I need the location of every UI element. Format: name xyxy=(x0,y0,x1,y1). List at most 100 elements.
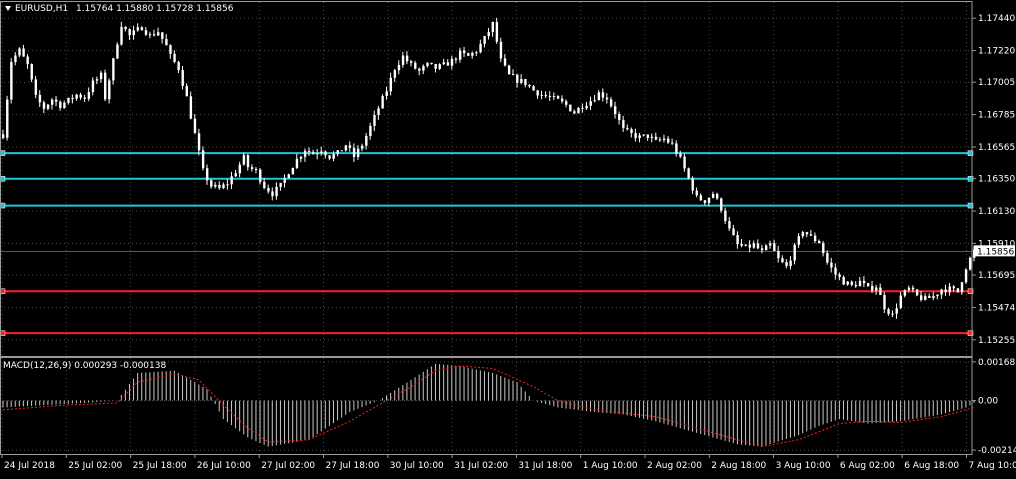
candle-body xyxy=(39,95,41,102)
candle-body xyxy=(394,70,396,78)
candle-body xyxy=(585,106,587,108)
price-tick-label: 1.17220 xyxy=(978,47,1015,57)
candle-body xyxy=(55,100,57,102)
candle-body xyxy=(361,146,363,149)
candle-body xyxy=(226,184,228,185)
candle-body xyxy=(182,70,184,86)
candle-body xyxy=(561,99,563,102)
candle-body xyxy=(581,108,583,109)
candle-body xyxy=(769,243,771,245)
candle-body xyxy=(447,62,449,65)
candle-body xyxy=(594,100,596,101)
candle-body xyxy=(618,114,620,120)
candle-body xyxy=(26,57,28,65)
candle-body xyxy=(883,295,885,309)
price-tick-label: 1.15695 xyxy=(978,271,1015,281)
candle-body xyxy=(341,150,343,151)
candle-body xyxy=(177,62,179,70)
time-tick-label: 27 Jul 02:00 xyxy=(261,461,315,471)
candle-body xyxy=(949,286,951,292)
candle-body xyxy=(410,61,412,63)
candle-body xyxy=(932,296,934,298)
candle-body xyxy=(728,221,730,228)
candle-body xyxy=(622,120,624,128)
candle-body xyxy=(810,234,812,235)
candle-body xyxy=(169,45,171,54)
candle-body xyxy=(255,169,257,170)
candle-body xyxy=(459,51,461,60)
candle-body xyxy=(736,235,738,244)
candle-body xyxy=(606,98,608,100)
candle-body xyxy=(891,314,893,315)
candle-body xyxy=(357,149,359,157)
candle-body xyxy=(643,135,645,136)
candle-body xyxy=(467,53,469,56)
candle-body xyxy=(912,288,914,290)
candle-body xyxy=(504,58,506,65)
candle-body xyxy=(904,290,906,295)
candle-body xyxy=(557,96,559,99)
candle-body xyxy=(834,268,836,275)
candle-body xyxy=(838,275,840,277)
candle-body xyxy=(879,288,881,295)
candle-body xyxy=(71,98,73,99)
candle-body xyxy=(263,182,265,188)
candle-body xyxy=(316,153,318,154)
candle-body xyxy=(590,101,592,106)
candle-body xyxy=(222,185,224,189)
candle-body xyxy=(337,150,339,154)
candle-body xyxy=(18,48,20,55)
candle-body xyxy=(708,198,710,203)
candle-body xyxy=(202,150,204,168)
time-tick-label: 25 Jul 02:00 xyxy=(68,461,122,471)
candle-body xyxy=(430,63,432,64)
candle-body xyxy=(936,295,938,296)
candle-body xyxy=(675,143,677,153)
ohlc-label: 1.15764 1.15880 1.15728 1.15856 xyxy=(76,4,234,14)
candle-body xyxy=(928,296,930,298)
candle-body xyxy=(128,29,130,35)
candle-body xyxy=(700,195,702,200)
candle-body xyxy=(781,258,783,262)
candle-body xyxy=(402,56,404,65)
candle-body xyxy=(108,80,110,99)
candle-body xyxy=(541,95,543,96)
candle-body xyxy=(920,295,922,300)
candle-body xyxy=(855,285,857,286)
candle-body xyxy=(390,78,392,92)
candle-body xyxy=(814,236,816,241)
candle-body xyxy=(165,39,167,45)
candle-body xyxy=(173,54,175,62)
candle-body xyxy=(798,236,800,245)
price-tick-label: 1.16130 xyxy=(978,207,1015,217)
candle-body xyxy=(43,102,45,109)
candle-body xyxy=(284,178,286,183)
candle-body xyxy=(732,228,734,235)
candle-body xyxy=(524,79,526,85)
time-tick-label: 6 Aug 18:00 xyxy=(904,461,959,471)
candle-body xyxy=(777,251,779,258)
candle-body xyxy=(88,92,90,99)
candle-body xyxy=(365,136,367,146)
candle-body xyxy=(745,245,747,246)
candle-body xyxy=(328,155,330,158)
trading-chart-window[interactable]: 1.174401.172201.170051.167851.165651.163… xyxy=(0,0,1016,475)
candle-body xyxy=(965,269,967,282)
time-tick-label: 1 Aug 10:00 xyxy=(583,461,638,471)
time-tick-label: 6 Aug 02:00 xyxy=(840,461,895,471)
price-tick-label: 1.16350 xyxy=(978,175,1015,185)
candle-body xyxy=(422,66,424,70)
candle-body xyxy=(749,245,751,248)
candle-body xyxy=(398,65,400,70)
price-tick-label: 1.17005 xyxy=(978,78,1015,88)
candle-body xyxy=(349,145,351,148)
candle-body xyxy=(900,296,902,309)
candle-body xyxy=(822,243,824,253)
candle-body xyxy=(679,154,681,157)
candle-body xyxy=(324,151,326,155)
candle-body xyxy=(153,34,155,35)
chart-canvas[interactable]: 1.174401.172201.170051.167851.165651.163… xyxy=(0,0,1016,475)
candle-body xyxy=(279,183,281,187)
candle-body xyxy=(626,128,628,129)
candle-body xyxy=(569,105,571,111)
